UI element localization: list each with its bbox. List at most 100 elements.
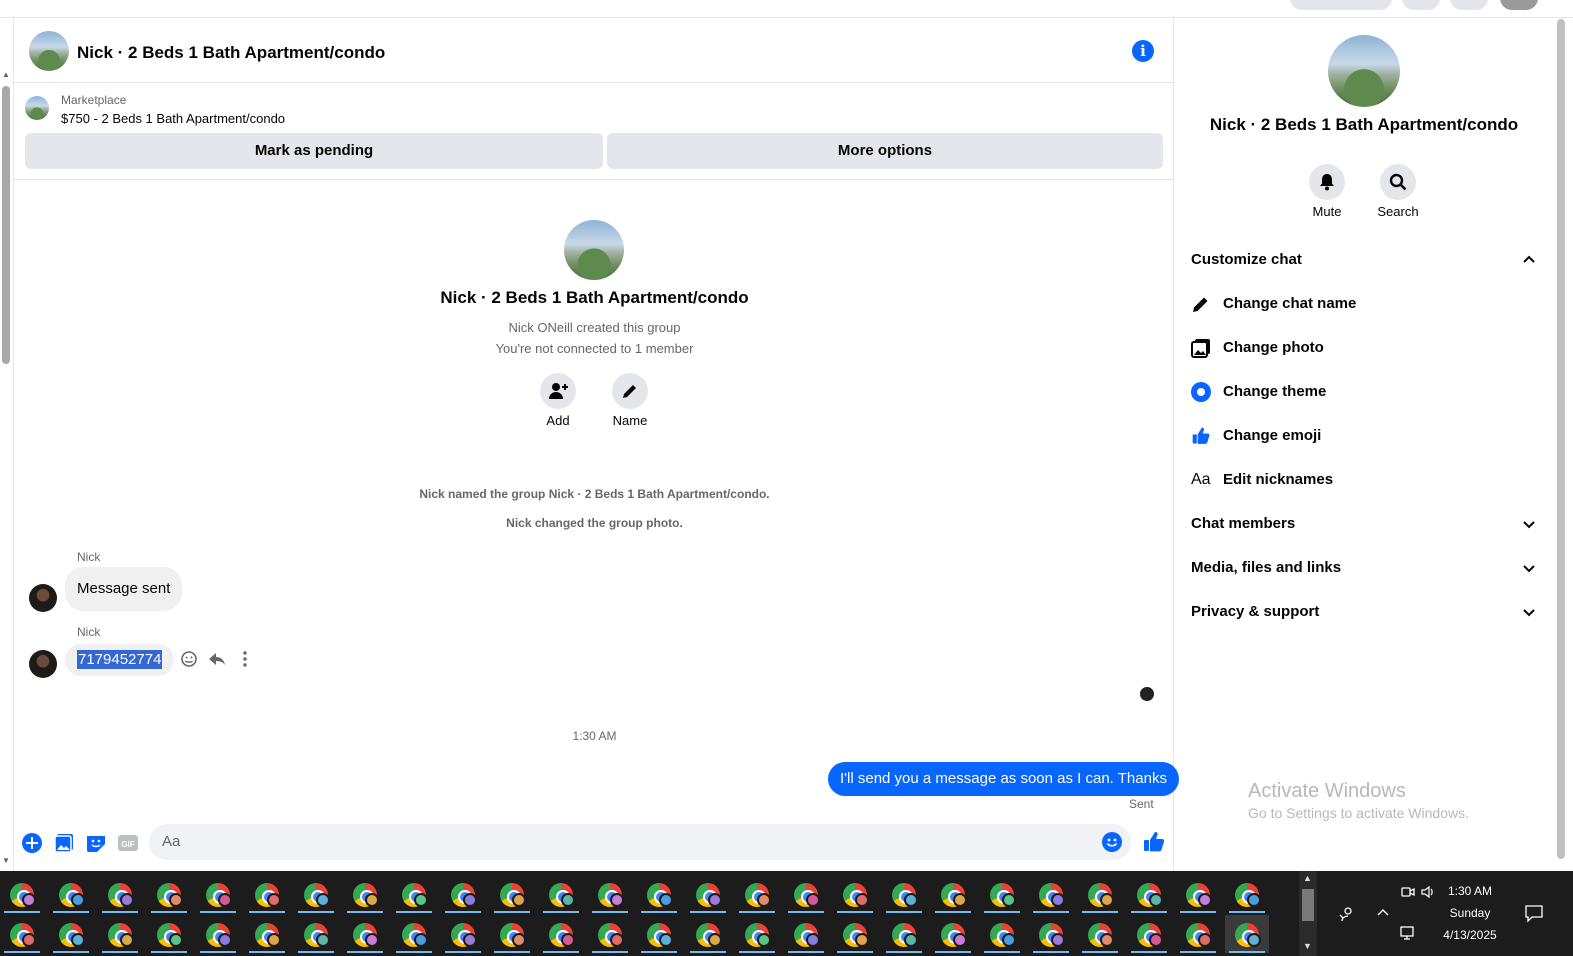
meet-now-icon[interactable]: [1400, 884, 1416, 905]
taskbar-chrome-window[interactable]: [637, 875, 681, 913]
taskbar-chrome-window[interactable]: [882, 875, 926, 913]
mute-button[interactable]: [1309, 164, 1345, 200]
taskbar-chrome-window[interactable]: [392, 875, 436, 913]
page-scrollbar[interactable]: [1553, 19, 1573, 871]
taskbar-chrome-window[interactable]: [0, 875, 44, 913]
edit-nicknames-item[interactable]: Aa Edit nicknames: [1191, 468, 1537, 492]
taskbar-chrome-window[interactable]: [931, 875, 975, 913]
scroll-up-arrow-icon[interactable]: ▲: [2, 70, 10, 79]
info-icon[interactable]: i: [1132, 40, 1154, 62]
taskbar-chrome-window[interactable]: [49, 875, 93, 913]
taskbar-chrome-window[interactable]: [343, 915, 387, 953]
taskbar-chrome-window[interactable]: [539, 915, 583, 953]
react-smiley-icon[interactable]: [180, 650, 200, 670]
taskbar-chrome-window[interactable]: [147, 875, 191, 913]
incoming-message[interactable]: Message sent: [65, 567, 183, 611]
media-files-section[interactable]: Media, files and links: [1191, 556, 1537, 580]
taskbar-chrome-window[interactable]: [1029, 915, 1073, 953]
taskbar-chrome-window[interactable]: [49, 915, 93, 953]
nav-search-pill[interactable]: [1290, 0, 1392, 10]
chat-title[interactable]: Nick · 2 Beds 1 Bath Apartment/condo: [77, 43, 385, 63]
more-vertical-icon[interactable]: [236, 650, 256, 670]
taskbar-chrome-window[interactable]: [1225, 915, 1269, 953]
taskbar-chrome-window[interactable]: [196, 875, 240, 913]
emoji-icon[interactable]: [1102, 832, 1122, 852]
taskbar-chrome-window[interactable]: [833, 875, 877, 913]
taskbar-chrome-window[interactable]: [147, 915, 191, 953]
chevron-up-icon[interactable]: ▲: [1303, 873, 1312, 883]
network-icon[interactable]: [1398, 925, 1416, 946]
chat-members-section[interactable]: Chat members: [1191, 512, 1537, 536]
chat-scrollbar[interactable]: ▲ ▼: [0, 70, 12, 870]
taskbar-chrome-window[interactable]: [441, 875, 485, 913]
group-avatar[interactable]: [29, 31, 69, 71]
taskbar-chrome-window[interactable]: [1127, 915, 1171, 953]
taskbar-chrome-window[interactable]: [0, 915, 44, 953]
taskbar-chrome-window[interactable]: [1176, 875, 1220, 913]
taskbar-chrome-window[interactable]: [294, 875, 338, 913]
name-group-button[interactable]: [612, 373, 648, 409]
taskbar-chrome-window[interactable]: [686, 915, 730, 953]
search-button[interactable]: [1380, 164, 1416, 200]
sticker-icon[interactable]: [85, 832, 107, 854]
taskbar-chrome-window[interactable]: [1078, 875, 1122, 913]
change-theme-item[interactable]: Change theme: [1191, 380, 1537, 404]
taskbar-chrome-window[interactable]: [686, 875, 730, 913]
taskbar-scroll-thumb[interactable]: [1302, 889, 1314, 921]
menu-button[interactable]: [1402, 0, 1440, 10]
taskbar-chrome-window[interactable]: [1176, 915, 1220, 953]
taskbar-chrome-window[interactable]: [588, 875, 632, 913]
taskbar-chrome-window[interactable]: [1127, 875, 1171, 913]
panel-group-avatar[interactable]: [1328, 35, 1400, 107]
taskbar-chrome-window[interactable]: [245, 875, 289, 913]
clock-time[interactable]: 1:30 AM: [1430, 884, 1510, 898]
chevron-down-icon[interactable]: ▼: [1303, 941, 1312, 951]
plus-icon[interactable]: [21, 832, 43, 854]
reply-icon[interactable]: [208, 650, 228, 670]
clock-day[interactable]: Sunday: [1430, 906, 1510, 920]
more-options-button[interactable]: More options: [607, 133, 1163, 169]
listing-title[interactable]: $750 - 2 Beds 1 Bath Apartment/condo: [61, 111, 285, 126]
taskbar-chrome-window[interactable]: [98, 915, 142, 953]
clock-date[interactable]: 4/13/2025: [1430, 928, 1510, 942]
taskbar-chrome-window[interactable]: [490, 875, 534, 913]
message-input[interactable]: Aa: [149, 824, 1131, 860]
taskbar-chrome-window[interactable]: [245, 915, 289, 953]
taskbar-chrome-window[interactable]: [539, 875, 583, 913]
sender-avatar[interactable]: [29, 650, 57, 678]
taskbar-chrome-window[interactable]: [735, 915, 779, 953]
profile-avatar[interactable]: [1500, 0, 1538, 10]
show-hidden-icons-icon[interactable]: [1375, 905, 1391, 926]
taskbar-chrome-window[interactable]: [1078, 915, 1122, 953]
taskbar-chrome-window[interactable]: [441, 915, 485, 953]
taskbar-chrome-window[interactable]: [1029, 875, 1073, 913]
scroll-down-arrow-icon[interactable]: ▼: [2, 856, 10, 865]
page-scrollbar-thumb[interactable]: [1557, 19, 1565, 859]
notifications-button[interactable]: [1450, 0, 1488, 10]
customize-chat-section[interactable]: Customize chat: [1191, 248, 1537, 272]
taskbar-chrome-window[interactable]: [588, 915, 632, 953]
gif-icon[interactable]: GIF: [117, 832, 139, 854]
mark-pending-button[interactable]: Mark as pending: [25, 133, 603, 169]
taskbar-scroll[interactable]: ▲ ▼: [1299, 871, 1317, 956]
change-chat-name-item[interactable]: Change chat name: [1191, 292, 1537, 316]
outgoing-message[interactable]: I'll send you a message as soon as I can…: [828, 762, 1179, 796]
taskbar-chrome-window[interactable]: [1225, 875, 1269, 913]
taskbar-chrome-window[interactable]: [980, 875, 1024, 913]
taskbar-chrome-window[interactable]: [735, 875, 779, 913]
thumbs-up-icon[interactable]: [1142, 830, 1166, 859]
add-member-button[interactable]: [540, 373, 576, 409]
taskbar-chrome-window[interactable]: [343, 875, 387, 913]
scrollbar-thumb[interactable]: [2, 86, 10, 364]
taskbar-chrome-window[interactable]: [784, 915, 828, 953]
taskbar-chrome-window[interactable]: [882, 915, 926, 953]
privacy-support-section[interactable]: Privacy & support: [1191, 600, 1537, 624]
photo-icon[interactable]: [53, 832, 75, 854]
taskbar-chrome-window[interactable]: [196, 915, 240, 953]
taskbar-chrome-window[interactable]: [784, 875, 828, 913]
sender-avatar[interactable]: [29, 584, 57, 612]
listing-thumbnail[interactable]: [25, 96, 49, 120]
change-photo-item[interactable]: Change photo: [1191, 336, 1537, 360]
selected-phone-number[interactable]: 7179452774: [77, 650, 163, 669]
taskbar-chrome-window[interactable]: [637, 915, 681, 953]
